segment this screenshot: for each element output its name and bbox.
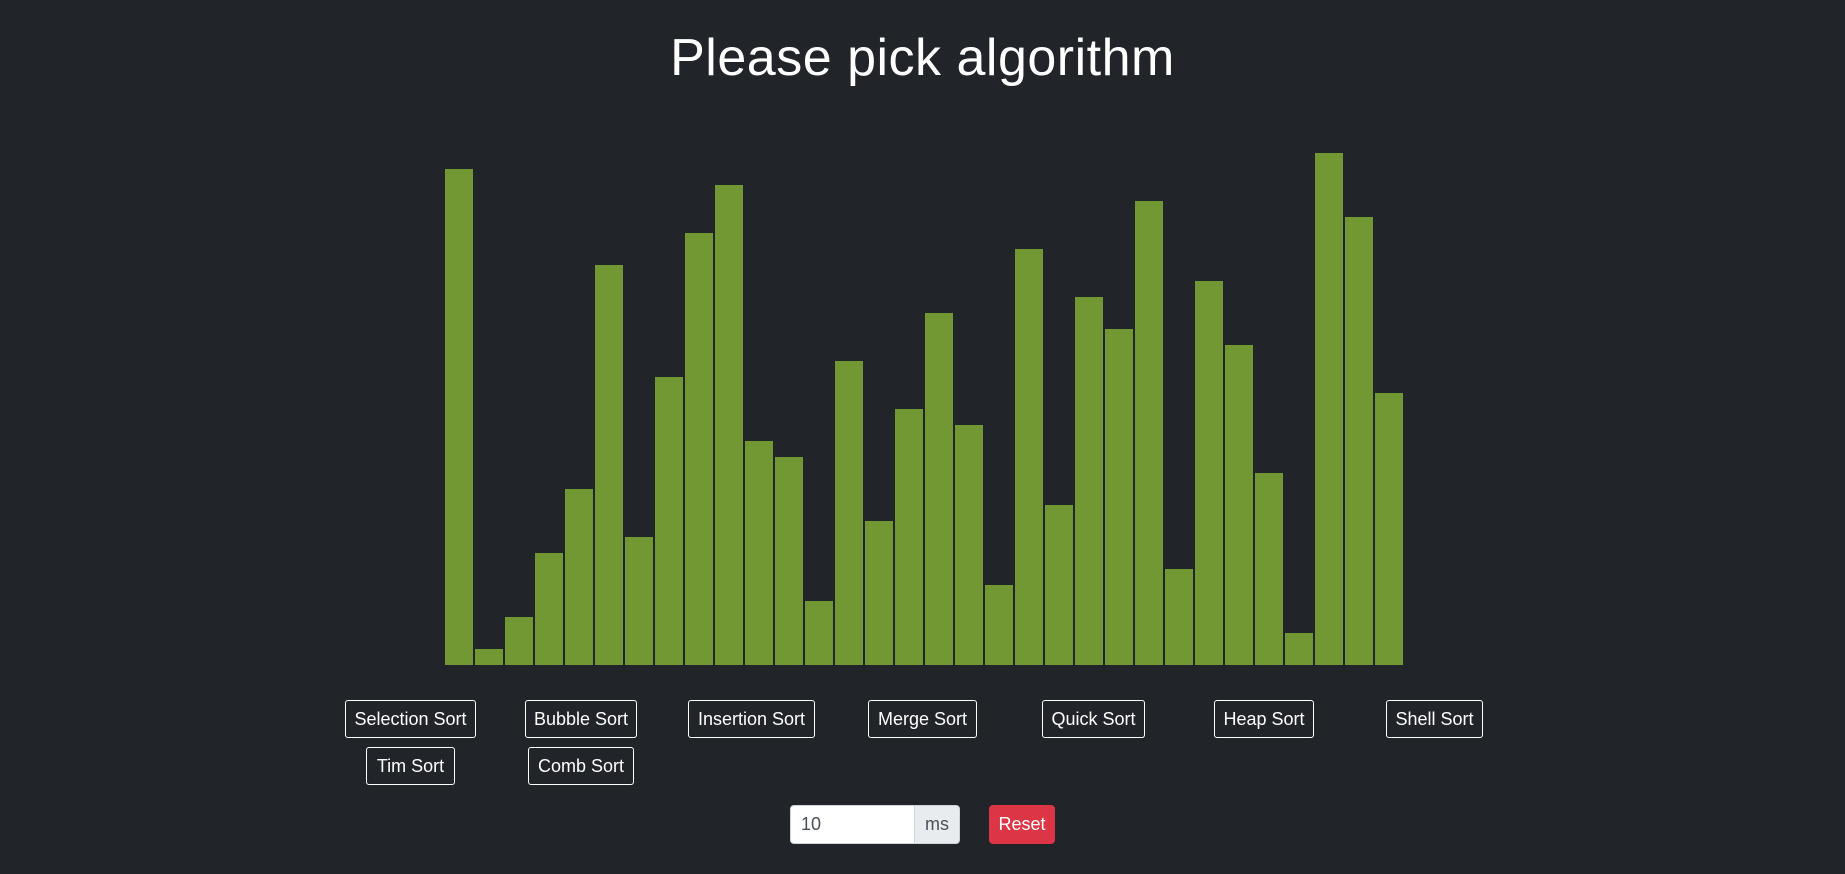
delay-unit-label: ms (914, 805, 960, 844)
array-bar (1165, 569, 1193, 665)
array-bar (1015, 249, 1043, 665)
delay-input-group: ms (790, 805, 960, 844)
page: Please pick algorithm Selection Sort Bub… (0, 0, 1845, 874)
heap-sort-button[interactable]: Heap Sort (1214, 700, 1314, 738)
shell-sort-button[interactable]: Shell Sort (1386, 700, 1483, 738)
array-bar (775, 457, 803, 665)
insertion-sort-button[interactable]: Insertion Sort (688, 700, 815, 738)
array-bar (865, 521, 893, 665)
comb-sort-button[interactable]: Comb Sort (528, 747, 634, 785)
array-bar (655, 377, 683, 665)
array-bar (925, 313, 953, 665)
array-bar (835, 361, 863, 665)
array-bar (1315, 153, 1343, 665)
array-bar (1045, 505, 1073, 665)
bar-chart (445, 0, 1405, 665)
array-bar (1285, 633, 1313, 665)
array-bar (535, 553, 563, 665)
array-bar (1225, 345, 1253, 665)
selection-sort-button[interactable]: Selection Sort (345, 700, 476, 738)
array-bar (1375, 393, 1403, 665)
array-bar (1345, 217, 1373, 665)
array-bar (595, 265, 623, 665)
array-bar (505, 617, 533, 665)
array-bar (565, 489, 593, 665)
merge-sort-button[interactable]: Merge Sort (868, 700, 977, 738)
array-bar (805, 601, 833, 665)
array-bar (1255, 473, 1283, 665)
tim-sort-button[interactable]: Tim Sort (366, 747, 455, 785)
array-bar (1135, 201, 1163, 665)
array-bar (1195, 281, 1223, 665)
array-bar (445, 169, 473, 665)
array-bar (685, 233, 713, 665)
array-bar (955, 425, 983, 665)
reset-button[interactable]: Reset (989, 805, 1055, 844)
array-bar (715, 185, 743, 665)
bubble-sort-button[interactable]: Bubble Sort (525, 700, 637, 738)
quick-sort-button[interactable]: Quick Sort (1042, 700, 1145, 738)
delay-input[interactable] (790, 805, 914, 844)
array-bar (625, 537, 653, 665)
array-bar (985, 585, 1013, 665)
array-bar (745, 441, 773, 665)
array-bar (895, 409, 923, 665)
array-bar (475, 649, 503, 665)
array-bar (1105, 329, 1133, 665)
array-bar (1075, 297, 1103, 665)
